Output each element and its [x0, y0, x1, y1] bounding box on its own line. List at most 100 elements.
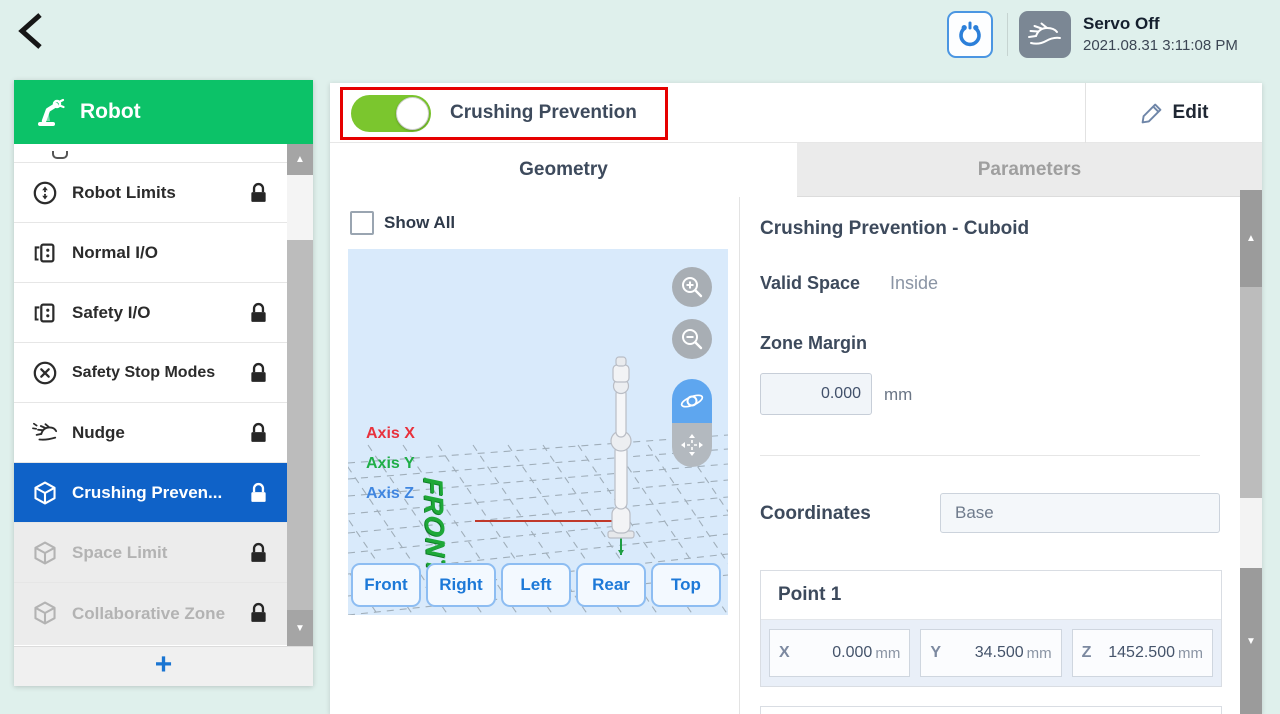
toggle-knob: [396, 97, 429, 130]
axis-z-label: Axis Z: [366, 485, 414, 503]
scroll-down-button[interactable]: ▼: [287, 610, 313, 646]
lock-icon: [246, 360, 271, 386]
back-button[interactable]: [14, 10, 58, 56]
toggle-label: Crushing Prevention: [450, 102, 637, 124]
topbar-divider: [1007, 13, 1008, 56]
tab-bar: Geometry Parameters: [330, 143, 1262, 197]
geometry-column: Show All: [330, 197, 740, 714]
robot-limits-icon: [32, 180, 58, 206]
zoom-out-button[interactable]: [672, 319, 712, 359]
zone-margin-unit: mm: [884, 385, 912, 405]
point1-card: Point 1 X 0.000 mm Y 34.500 mm Z 1452.50: [760, 570, 1222, 687]
zone-margin-input[interactable]: 0.000: [760, 373, 872, 415]
point1-x-field[interactable]: X 0.000 mm: [769, 629, 910, 677]
zoom-in-button[interactable]: [672, 267, 712, 307]
sidebar-item-crushing-prevention[interactable]: Crushing Preven...: [14, 463, 313, 523]
orbit-pan-control: [672, 379, 712, 467]
point2-card-partial: [760, 706, 1222, 714]
gripper-tool-button[interactable]: [947, 11, 993, 58]
sidebar: Robot Robot Limits Normal I/O Safety I/O: [14, 80, 313, 686]
scrollbar-thumb[interactable]: [1240, 287, 1262, 498]
sidebar-item-normal-io[interactable]: Normal I/O: [14, 223, 313, 283]
add-zone-button[interactable]: +: [14, 646, 313, 686]
details-title: Crushing Prevention - Cuboid: [760, 218, 1029, 240]
show-all-label: Show All: [384, 213, 455, 233]
valid-space-value: Inside: [890, 273, 938, 294]
valid-space-label: Valid Space: [760, 273, 860, 294]
pan-view-button[interactable]: [672, 423, 712, 467]
axis-x-label: Axis X: [366, 425, 415, 443]
cube-icon: [32, 600, 58, 626]
scroll-up-button[interactable]: ▲: [1240, 190, 1262, 287]
view-top-button[interactable]: Top: [651, 563, 721, 607]
lock-icon: [246, 480, 271, 506]
io-icon: [32, 300, 58, 326]
tab-geometry[interactable]: Geometry: [330, 143, 797, 197]
coordinates-label: Coordinates: [760, 503, 871, 525]
show-all-control: Show All: [350, 211, 455, 235]
edit-button[interactable]: Edit: [1086, 83, 1262, 143]
partial-icon: [52, 151, 68, 159]
coordinates-select[interactable]: Base: [940, 493, 1220, 533]
cube-icon: [32, 540, 58, 566]
sidebar-item-collaborative-zone[interactable]: Collaborative Zone: [14, 583, 313, 645]
tab-content: Show All: [330, 197, 1262, 714]
point1-y-field[interactable]: Y 34.500 mm: [920, 629, 1061, 677]
sidebar-item-partial[interactable]: [14, 144, 313, 163]
stop-circle-icon: [32, 360, 58, 386]
sidebar-header: Robot: [14, 80, 313, 144]
robot-arm-icon: [36, 97, 66, 127]
pencil-icon: [1140, 101, 1164, 125]
sidebar-item-safety-stop-modes[interactable]: Safety Stop Modes: [14, 343, 313, 403]
main-panel: Crushing Prevention Edit Geometry Parame…: [330, 83, 1262, 714]
show-all-checkbox[interactable]: [350, 211, 374, 235]
status-timestamp: 2021.08.31 3:11:08 PM: [1083, 37, 1238, 54]
details-divider: [760, 455, 1200, 456]
lock-icon: [246, 540, 271, 566]
point1-z-field[interactable]: Z 1452.500 mm: [1072, 629, 1213, 677]
sidebar-item-safety-io[interactable]: Safety I/O: [14, 283, 313, 343]
view-front-button[interactable]: Front: [351, 563, 421, 607]
3d-viewport[interactable]: Axis X Axis Y Axis Z FRONT: [348, 249, 728, 615]
zoom-in-icon: [680, 275, 704, 299]
rotate-view-button[interactable]: [672, 379, 712, 423]
lock-icon: [246, 180, 271, 206]
view-buttons: Front Right Left Rear Top: [351, 563, 721, 607]
tab-parameters[interactable]: Parameters: [797, 143, 1262, 197]
point1-fields: X 0.000 mm Y 34.500 mm Z 1452.500 mm: [761, 620, 1221, 686]
servo-status: Servo Off: [1083, 14, 1160, 34]
plus-icon: +: [155, 650, 173, 680]
hand-guide-icon: [1027, 20, 1063, 50]
io-icon: [32, 240, 58, 266]
point1-title: Point 1: [761, 571, 1221, 620]
view-rear-button[interactable]: Rear: [576, 563, 646, 607]
pan-arrows-icon: [679, 432, 705, 458]
scrollbar-thumb[interactable]: [287, 240, 313, 610]
axis-y-label: Axis Y: [366, 455, 415, 473]
zone-margin-label: Zone Margin: [760, 333, 867, 354]
main-header: Crushing Prevention Edit: [330, 83, 1262, 143]
zoom-out-icon: [680, 327, 704, 351]
gripper-icon: [954, 19, 986, 51]
back-chevron-icon: [14, 10, 48, 50]
details-scrollbar[interactable]: ▲ ▼: [1240, 190, 1262, 714]
view-right-button[interactable]: Right: [426, 563, 496, 607]
cube-icon: [32, 480, 58, 506]
hand-guide-badge[interactable]: [1019, 11, 1071, 58]
lock-icon: [246, 600, 271, 626]
lock-icon: [246, 420, 271, 446]
view-left-button[interactable]: Left: [501, 563, 571, 607]
sidebar-item-space-limit[interactable]: Space Limit: [14, 523, 313, 583]
sidebar-scrollbar[interactable]: ▲ ▼: [287, 144, 313, 646]
sidebar-item-robot-limits[interactable]: Robot Limits: [14, 163, 313, 223]
details-column: Crushing Prevention - Cuboid Valid Space…: [740, 197, 1240, 714]
sidebar-title: Robot: [80, 100, 141, 124]
nudge-hand-icon: [32, 420, 58, 446]
sidebar-item-nudge[interactable]: Nudge: [14, 403, 313, 463]
scroll-down-button[interactable]: ▼: [1240, 568, 1262, 714]
scroll-up-button[interactable]: ▲: [287, 144, 313, 175]
sidebar-list: Robot Limits Normal I/O Safety I/O: [14, 144, 313, 645]
crushing-prevention-toggle[interactable]: [351, 95, 431, 132]
orbit-icon: [679, 388, 705, 414]
lock-icon: [246, 300, 271, 326]
